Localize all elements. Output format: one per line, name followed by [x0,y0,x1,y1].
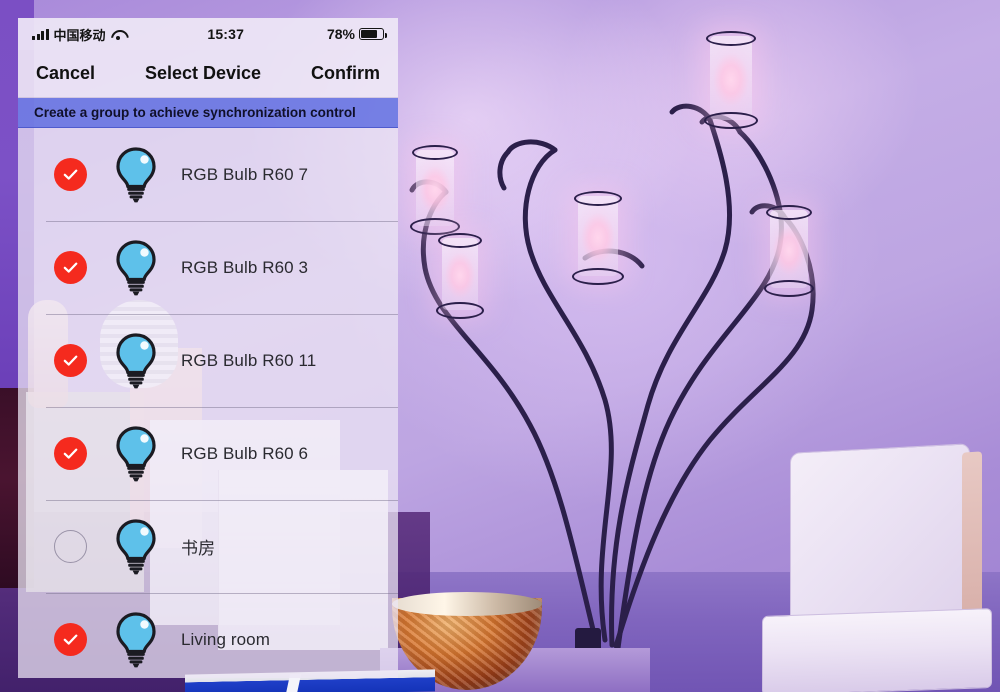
cancel-button[interactable]: Cancel [36,63,95,84]
scene-photograph: 中国移动 15:37 78% Cancel Select Device Conf… [0,0,1000,692]
wifi-icon [111,29,125,40]
armchair-seat [762,607,992,692]
device-list-item[interactable]: RGB Bulb R60 6 [18,407,398,500]
device-list-item[interactable]: 书房 [18,500,398,593]
check-circle-icon[interactable] [54,251,87,284]
lamp-shade-2 [410,145,460,235]
status-bar-time: 15:37 [207,26,245,42]
device-list-item[interactable]: RGB Bulb R60 3 [18,221,398,314]
device-name-label: RGB Bulb R60 3 [181,257,309,277]
device-list-item[interactable]: RGB Bulb R60 11 [18,314,398,407]
device-name-label: RGB Bulb R60 11 [181,350,317,370]
wire-tree-lamp [380,0,850,692]
lamp-shade-3 [572,191,624,285]
carrier-label: 中国移动 [53,27,106,43]
light-bulb-icon [113,518,159,576]
device-name-label: Living room [181,629,270,649]
check-circle-icon[interactable] [54,623,87,656]
lamp-shade-5 [436,233,484,319]
light-bulb-icon [113,239,159,297]
device-list[interactable]: RGB Bulb R60 7 RGB Bulb R60 3 RGB Bulb R60… [18,128,398,678]
mosaic-bowl-rim [392,592,542,616]
device-list-item[interactable]: RGB Bulb R60 7 [18,128,398,221]
device-name-label: 书房 [181,539,216,558]
battery-percent-label: 78% [326,26,355,42]
device-name-label: RGB Bulb R60 7 [181,164,309,184]
lamp-shade-4 [764,205,814,297]
device-list-item[interactable]: Living room [18,593,398,678]
info-banner: Create a group to achieve synchronizatio… [18,98,398,128]
battery-icon [359,28,388,40]
page-title: Select Device [144,63,262,83]
light-bulb-icon [113,146,159,204]
device-name-label: RGB Bulb R60 6 [181,443,309,463]
light-bulb-icon [113,332,159,390]
light-bulb-icon [113,611,159,669]
empty-circle-icon[interactable] [54,530,87,563]
light-bulb-icon [113,425,159,483]
check-circle-icon[interactable] [54,344,87,377]
info-banner-text: Create a group to achieve synchronizatio… [34,105,356,120]
confirm-button[interactable]: Confirm [311,63,380,84]
phone-screenshot-overlay: 中国移动 15:37 78% Cancel Select Device Conf… [18,18,398,678]
navigation-bar: Cancel Select Device Confirm [18,50,398,98]
signal-bars-icon [32,28,49,40]
check-circle-icon[interactable] [54,437,87,470]
status-bar: 中国移动 15:37 78% [18,18,398,50]
lamp-shade-1 [704,31,758,129]
check-circle-icon[interactable] [54,158,87,191]
